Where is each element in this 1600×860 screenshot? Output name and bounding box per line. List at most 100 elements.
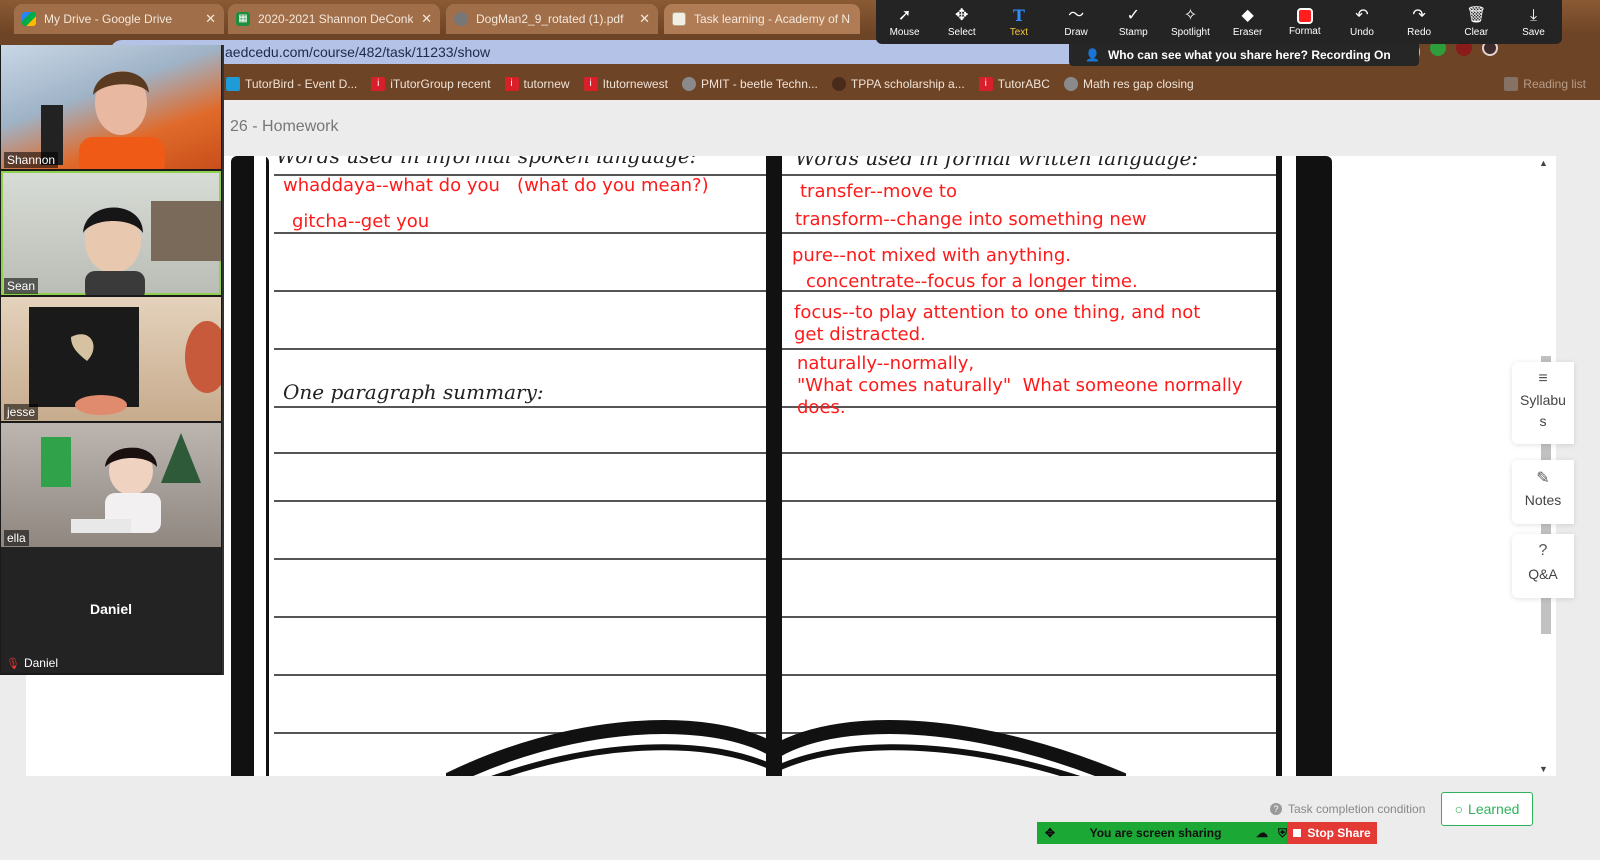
- bookmark-item[interactable]: i tutornew: [504, 77, 570, 91]
- learned-button[interactable]: ○ Learned: [1441, 792, 1533, 826]
- tool-clear[interactable]: 🗑 Clear: [1448, 0, 1505, 44]
- tab-title: Task learning - Academy of N: [694, 12, 851, 26]
- annotation-text[interactable]: concentrate--focus for a longer time.: [806, 271, 1138, 293]
- tool-spotlight[interactable]: ✧ Spotlight: [1162, 0, 1219, 44]
- annotation-toolbar: ➚ Mouse ✥ Select T Text 〜 Draw ✓ Stamp ✧ Spotl…: [876, 0, 1562, 44]
- annotation-text[interactable]: naturally--normally, "What comes natural…: [797, 353, 1243, 419]
- close-icon[interactable]: ✕: [639, 11, 650, 27]
- tool-label: Redo: [1407, 26, 1432, 38]
- text-icon: T: [1012, 5, 1025, 25]
- reading-list[interactable]: Reading list: [1504, 77, 1586, 91]
- bookmark-item[interactable]: PMIT - beetle Techn...: [681, 77, 818, 91]
- tool-redo[interactable]: ↷ Redo: [1391, 0, 1448, 44]
- tool-format[interactable]: Format: [1276, 0, 1333, 44]
- tool-label: Eraser: [1232, 26, 1263, 38]
- notes-widget[interactable]: ✎ Notes: [1512, 460, 1574, 524]
- participant-name: Sean: [4, 278, 39, 294]
- recording-banner[interactable]: 👤 Who can see what you share here? Recor…: [1069, 44, 1419, 66]
- close-icon[interactable]: ✕: [421, 11, 432, 27]
- bookmark-icon: i: [504, 77, 519, 91]
- tab-google-drive[interactable]: My Drive - Google Drive ✕: [14, 4, 224, 34]
- tool-label: Spotlight: [1170, 26, 1210, 38]
- video-gallery: Shannon Sean jesse ella Daniel 🎙 Daniel: [0, 45, 224, 675]
- question-icon: ?: [1538, 542, 1548, 559]
- redo-icon: ↷: [1412, 6, 1426, 24]
- ruled-line: [782, 616, 1276, 618]
- annotation-text[interactable]: focus--to play attention to one thing, a…: [794, 302, 1200, 346]
- task-completion-condition[interactable]: ? Task completion condition: [1270, 802, 1425, 816]
- drag-handle-icon[interactable]: ✥: [1045, 826, 1055, 840]
- draw-icon: 〜: [1068, 6, 1085, 24]
- tool-select[interactable]: ✥ Select: [933, 0, 990, 44]
- qa-label: Q&A: [1528, 566, 1558, 582]
- stop-share-button[interactable]: Stop Share: [1287, 822, 1377, 844]
- ruled-line: [782, 232, 1276, 234]
- tab-pdf[interactable]: DogMan2_9_rotated (1).pdf ✕: [446, 4, 658, 34]
- tab-task-learning[interactable]: Task learning - Academy of N: [664, 4, 860, 34]
- right-column-heading: Words used in formal written language:: [795, 156, 1199, 170]
- qa-widget[interactable]: ? Q&A: [1512, 534, 1574, 598]
- bookmark-item[interactable]: Math res gap closing: [1063, 77, 1194, 91]
- bookmark-label: tutornew: [523, 77, 570, 91]
- sharing-status-text: You are screen sharing: [1089, 826, 1222, 840]
- annotation-text[interactable]: whaddaya--what do you (what do you mean?…: [283, 175, 709, 197]
- scroll-down-icon[interactable]: ▼: [1539, 764, 1548, 774]
- bookmark-icon: [681, 77, 696, 91]
- summary-heading: One paragraph summary:: [283, 380, 544, 404]
- syllabus-label: Syllabu s: [1520, 392, 1566, 429]
- tool-label: Save: [1522, 26, 1545, 38]
- list-icon: ≡: [1538, 370, 1548, 387]
- video-tile[interactable]: Sean: [1, 171, 221, 295]
- scroll-up-icon[interactable]: ▲: [1539, 158, 1548, 168]
- annotation-text[interactable]: transfer--move to: [800, 181, 957, 203]
- bookmark-label: TutorBird - Event D...: [245, 77, 358, 91]
- tab-title: 2020-2021 Shannon DeConke: [258, 12, 414, 26]
- bookmark-item[interactable]: i TutorABC: [978, 77, 1050, 91]
- tool-eraser[interactable]: ◆ Eraser: [1219, 0, 1276, 44]
- video-tile[interactable]: Shannon: [1, 45, 221, 169]
- annotation-text[interactable]: pure--not mixed with anything.: [792, 245, 1071, 267]
- stop-share-label: Stop Share: [1307, 826, 1371, 840]
- document-viewer[interactable]: Words used in informal spoken language: …: [26, 156, 1556, 776]
- ruled-line: [274, 290, 766, 292]
- video-tile[interactable]: Daniel 🎙 Daniel: [1, 547, 221, 673]
- save-icon: ⤓: [1529, 6, 1538, 24]
- academy-icon: [672, 12, 686, 26]
- tool-label: Stamp: [1118, 26, 1148, 38]
- open-book-illustration: [446, 720, 1126, 776]
- move-icon: ✥: [955, 6, 969, 24]
- bookmark-icon: i: [978, 77, 993, 91]
- participant-name: Shannon: [4, 152, 59, 168]
- bookmark-icon: [831, 77, 846, 91]
- question-icon: ?: [1270, 803, 1282, 815]
- tab-google-sheets[interactable]: ▦ 2020-2021 Shannon DeConke ✕: [228, 4, 440, 34]
- tool-stamp[interactable]: ✓ Stamp: [1105, 0, 1162, 44]
- tool-draw[interactable]: 〜 Draw: [1048, 0, 1105, 44]
- tool-mouse[interactable]: ➚ Mouse: [876, 0, 933, 44]
- bookmark-item[interactable]: i iTutorGroup recent: [371, 77, 491, 91]
- mic-muted-icon: 🎙: [6, 657, 20, 670]
- ruled-line: [274, 500, 766, 502]
- tool-label: Mouse: [889, 26, 920, 38]
- tool-undo[interactable]: ↶ Undo: [1333, 0, 1390, 44]
- participant-name: Daniel: [23, 656, 58, 670]
- annotation-text[interactable]: transform--change into something new: [795, 209, 1147, 231]
- bookmark-item[interactable]: TutorBird - Event D...: [226, 77, 357, 91]
- bookmark-label: Math res gap closing: [1082, 77, 1194, 91]
- annotation-text[interactable]: gitcha--get you: [292, 211, 429, 233]
- video-tile[interactable]: ella: [1, 423, 221, 547]
- tool-label: Undo: [1350, 26, 1374, 38]
- video-tile[interactable]: jesse: [1, 297, 221, 421]
- sharing-status[interactable]: ✥ You are screen sharing ☁ ⛨: [1037, 822, 1287, 844]
- bookmark-item[interactable]: i Itutornewest: [583, 77, 668, 91]
- tool-save[interactable]: ⤓ Save: [1505, 0, 1562, 44]
- bookmark-label: TPPA scholarship a...: [850, 77, 965, 91]
- bookmark-item[interactable]: TPPA scholarship a...: [831, 77, 965, 91]
- syllabus-widget[interactable]: ≡ Syllabu s: [1512, 362, 1574, 444]
- close-icon[interactable]: ✕: [205, 11, 216, 27]
- tool-text[interactable]: T Text: [990, 0, 1047, 44]
- participant-video: [83, 201, 221, 295]
- bookmark-icon: i: [583, 77, 598, 91]
- undo-icon: ↶: [1355, 6, 1369, 24]
- shield-icon: ⛨: [1277, 825, 1287, 840]
